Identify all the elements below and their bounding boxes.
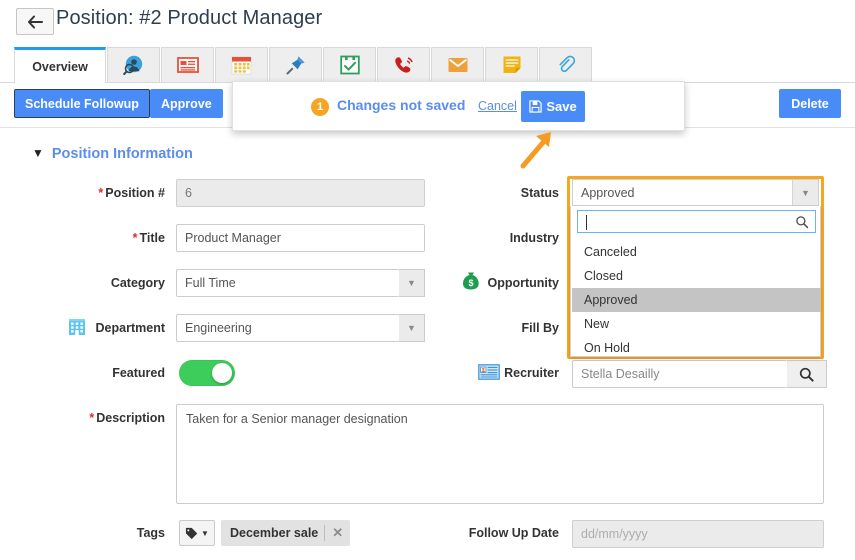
tab-bar: Overview [0, 47, 855, 83]
department-label: Department [95, 321, 165, 335]
status-option-on-hold[interactable]: On Hold [572, 336, 821, 360]
delete-button[interactable]: Delete [779, 89, 841, 118]
status-label: Status [520, 186, 559, 200]
position-number-label: * Position # [98, 186, 165, 200]
save-button-label: Save [546, 99, 577, 114]
calendar-icon [231, 56, 252, 75]
status-option-closed[interactable]: Closed [572, 264, 821, 288]
tab-overview-label: Overview [32, 59, 88, 74]
chevron-down-icon: ▼ [407, 278, 416, 288]
title-label: * Title [132, 231, 165, 245]
status-dropdown-panel: Canceled Closed Approved New On Hold [570, 206, 821, 357]
featured-label: Featured [112, 366, 165, 380]
follow-up-date-label: Follow Up Date [468, 526, 559, 540]
position-detail-page: Position: #2 Product Manager Overview Sc… [0, 0, 855, 560]
tag-chip-december-sale: December sale ✕ [221, 520, 351, 546]
required-asterisk: * [132, 231, 138, 245]
phone-call-icon [394, 57, 413, 73]
tab-calls[interactable] [377, 47, 430, 82]
toggle-knob [212, 363, 232, 383]
arrow-left-icon [28, 15, 43, 28]
page-title: Position: #2 Product Manager [56, 7, 323, 29]
tab-notes[interactable] [485, 47, 538, 82]
tab-pinned[interactable] [269, 47, 322, 82]
page-header: Position: #2 Product Manager [0, 0, 855, 45]
category-input[interactable]: Full Time [176, 269, 399, 297]
status-option-canceled[interactable]: Canceled [572, 240, 821, 264]
section-header-position-information[interactable]: ▼ Position Information [32, 146, 193, 162]
tab-attachments[interactable] [539, 47, 592, 82]
notes-icon [503, 56, 520, 73]
description-textarea[interactable]: Taken for a Senior manager designation [176, 404, 824, 504]
building-icon [69, 319, 85, 335]
tab-news[interactable] [161, 47, 214, 82]
tab-calendar[interactable] [215, 47, 268, 82]
tag-chip-label: December sale [230, 526, 319, 540]
recruiter-label: Recruiter [504, 366, 559, 380]
status-option-new[interactable]: New [572, 312, 821, 336]
tab-overview[interactable]: Overview [14, 47, 106, 83]
approve-button[interactable]: Approve [150, 89, 223, 118]
search-icon [799, 367, 814, 382]
task-check-icon [339, 55, 360, 75]
svg-text:$: $ [468, 278, 473, 288]
contacts-icon [122, 55, 142, 75]
contact-card-icon [478, 364, 500, 380]
chevron-down-icon: ▼ [407, 323, 416, 333]
position-number-input: 6 [176, 179, 425, 207]
unsaved-changes-popup: 1 Changes not saved Cancel Save [232, 81, 685, 131]
unsaved-count-badge: 1 [311, 98, 329, 116]
attachment-icon [558, 55, 575, 73]
search-icon [795, 215, 809, 234]
status-search-input[interactable] [577, 210, 816, 233]
money-bag-icon: $ [463, 272, 479, 290]
arrow-up-right-annotation [520, 132, 551, 169]
unsaved-message: Changes not saved [337, 97, 466, 113]
department-dropdown-caret[interactable]: ▼ [399, 314, 425, 342]
tab-tasks[interactable] [323, 47, 376, 82]
schedule-followup-button[interactable]: Schedule Followup [14, 89, 150, 118]
featured-toggle[interactable] [179, 360, 235, 386]
required-asterisk: * [98, 186, 104, 200]
department-input[interactable]: Engineering [176, 314, 399, 342]
follow-up-date-input[interactable]: dd/mm/yyyy [572, 520, 824, 548]
tag-icon [185, 527, 198, 539]
cancel-link[interactable]: Cancel [478, 99, 517, 113]
text-cursor [586, 215, 587, 230]
news-list-icon [176, 57, 199, 73]
title-input[interactable]: Product Manager [176, 224, 425, 252]
opportunity-label: Opportunity [487, 276, 559, 290]
description-label: * Description [89, 411, 165, 425]
chevron-down-icon: ▼ [201, 528, 209, 538]
required-asterisk: * [89, 411, 95, 425]
status-dropdown-caret[interactable]: ▼ [792, 180, 818, 205]
email-icon [448, 58, 467, 72]
recruiter-search-button[interactable] [787, 360, 827, 388]
recruiter-input[interactable]: Stella Desailly [572, 360, 787, 388]
tags-dropdown-button[interactable]: ▼ [179, 520, 215, 546]
save-button[interactable]: Save [521, 91, 585, 122]
chevron-down-icon: ▼ [32, 146, 44, 160]
close-icon[interactable]: ✕ [324, 525, 343, 541]
fill-by-label: Fill By [521, 321, 559, 335]
tab-emails[interactable] [431, 47, 484, 82]
category-label: Category [110, 276, 165, 290]
section-title-label: Position Information [51, 146, 193, 162]
status-select[interactable]: Approved ▼ [572, 179, 819, 206]
tags-label: Tags [136, 526, 165, 540]
floppy-disk-icon [529, 100, 542, 113]
status-selected-value: Approved [581, 185, 635, 200]
status-option-approved[interactable]: Approved [572, 288, 821, 312]
back-button[interactable] [16, 8, 54, 35]
chevron-down-icon: ▼ [801, 187, 810, 198]
tab-contacts[interactable] [107, 47, 160, 82]
industry-label: Industry [509, 231, 559, 245]
category-dropdown-caret[interactable]: ▼ [399, 269, 425, 297]
pin-icon [286, 56, 304, 75]
